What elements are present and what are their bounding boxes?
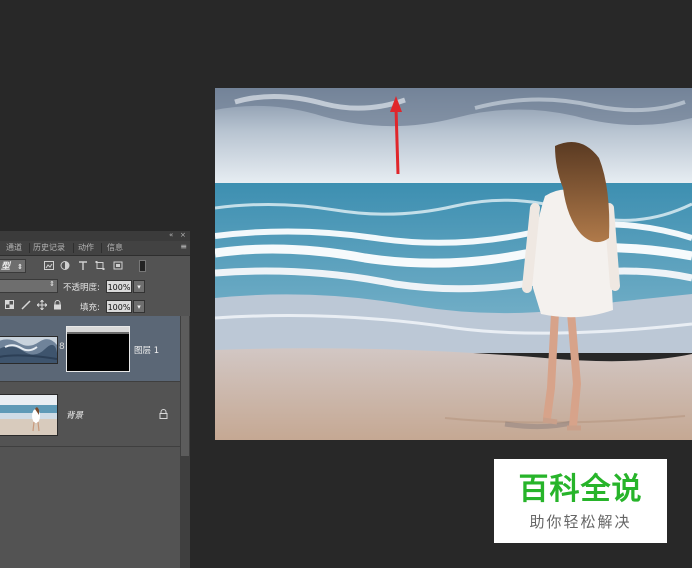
- tab-channels[interactable]: 通道: [6, 242, 22, 253]
- opacity-input[interactable]: 100%: [106, 280, 132, 293]
- blend-opacity-row: ⇕ 不透明度: 100% ▾: [0, 276, 190, 297]
- layer-name[interactable]: 背景: [66, 409, 83, 421]
- tab-history[interactable]: 历史记录: [33, 242, 65, 253]
- opacity-label: 不透明度:: [63, 283, 100, 293]
- blend-mode-select[interactable]: ⇕: [0, 279, 58, 293]
- shape-filter-icon[interactable]: [95, 261, 105, 270]
- scrollbar-thumb[interactable]: [181, 316, 189, 456]
- filter-kind-select[interactable]: 型 ⇕: [0, 259, 26, 273]
- tab-divider: [101, 243, 102, 253]
- watermark-subtitle: 助你轻松解决: [529, 513, 632, 531]
- red-arrow-annotation: [390, 96, 402, 175]
- layer-row-background[interactable]: 背景: [0, 382, 180, 447]
- lock-all-icon[interactable]: [53, 300, 62, 310]
- watermark-title: 百科全说: [518, 472, 643, 507]
- layer-thumbnail: [0, 394, 58, 436]
- panel-menu-icon[interactable]: ≡: [180, 242, 187, 251]
- layer-lock-icon: [159, 409, 168, 419]
- tab-divider: [73, 243, 74, 253]
- tab-info[interactable]: 信息: [107, 242, 123, 253]
- layer-row-layer-1[interactable]: 8 图层 1: [0, 316, 180, 382]
- fill-input[interactable]: 100%: [106, 300, 132, 313]
- panel-title-bar: « ×: [0, 231, 190, 241]
- layers-panel: « × 通道 历史记录 动作 信息 ≡ 型 ⇕ ⇕ 不透明度: 100% ▾ 填…: [0, 231, 190, 568]
- lock-fill-row: 填充: 100% ▾: [0, 296, 190, 317]
- lock-transparent-icon[interactable]: [5, 300, 14, 309]
- filter-kind-label: 型: [1, 262, 11, 272]
- layer-name[interactable]: 图层 1: [134, 344, 159, 356]
- lock-pixels-icon[interactable]: [21, 300, 31, 310]
- mask-link-icon[interactable]: 8: [59, 342, 65, 352]
- filter-toggle-switch[interactable]: [139, 260, 146, 272]
- chevron-updown-icon: ⇕: [49, 280, 55, 288]
- image-filter-icon[interactable]: [44, 261, 54, 270]
- layer-mask-thumbnail[interactable]: [66, 326, 130, 372]
- fill-stepper[interactable]: ▾: [133, 300, 145, 313]
- layer-thumbnail: [0, 336, 58, 364]
- tab-divider: [29, 243, 30, 253]
- layer-filter-row: 型 ⇕: [0, 256, 190, 277]
- canvas-image[interactable]: [215, 88, 692, 440]
- opacity-stepper[interactable]: ▾: [133, 280, 145, 293]
- collapse-panel-button[interactable]: «: [169, 231, 173, 239]
- lock-position-icon[interactable]: [37, 300, 47, 310]
- tab-actions[interactable]: 动作: [78, 242, 94, 253]
- close-panel-button[interactable]: ×: [180, 231, 186, 239]
- smart-object-filter-icon[interactable]: [113, 261, 123, 270]
- adjustment-filter-icon[interactable]: [60, 261, 70, 270]
- type-filter-icon[interactable]: [78, 261, 88, 270]
- watermark-logo: 百科全说 助你轻松解决: [494, 459, 667, 543]
- chevron-updown-icon: ⇕: [17, 263, 23, 271]
- panel-tabs: 通道 历史记录 动作 信息 ≡: [0, 241, 190, 256]
- fill-label: 填充:: [80, 303, 100, 313]
